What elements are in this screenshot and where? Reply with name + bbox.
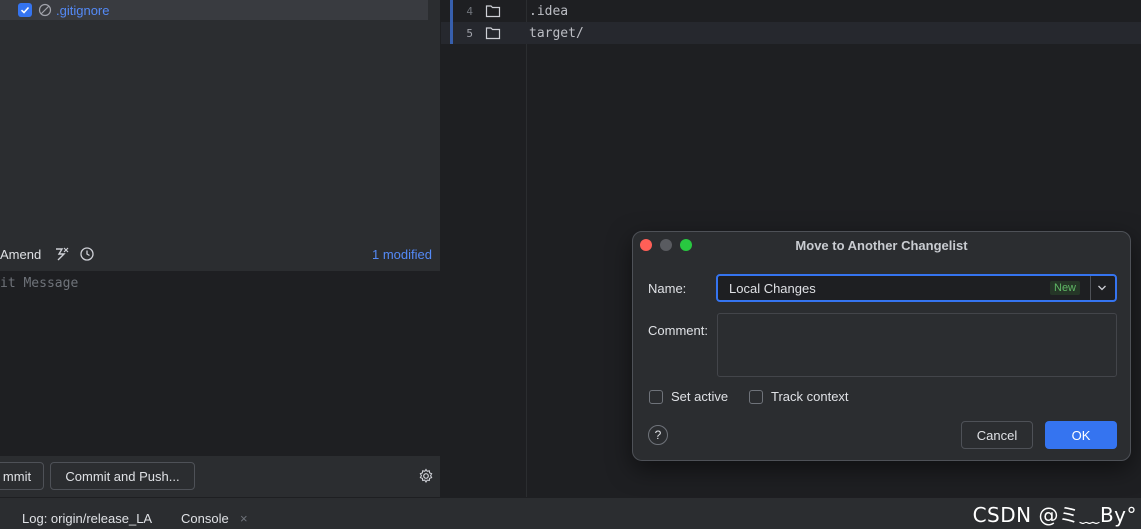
code-line[interactable]: 4 .idea (441, 0, 1141, 22)
track-context-checkbox[interactable] (749, 389, 763, 404)
modified-count-link[interactable]: 1 modified (372, 247, 432, 262)
commit-message-input[interactable]: it Message (0, 271, 440, 456)
gear-icon[interactable] (418, 468, 434, 484)
file-name[interactable]: .gitignore (56, 3, 109, 18)
new-badge: New (1050, 281, 1081, 295)
commit-and-push-button[interactable]: Commit and Push... (50, 462, 195, 490)
code-text[interactable]: target/ (529, 26, 584, 41)
amend-checkbox-label[interactable]: Amend (0, 247, 41, 262)
commit-button[interactable]: mmit (0, 462, 44, 490)
dropdown-divider (1090, 276, 1091, 300)
cancel-button[interactable]: Cancel (961, 421, 1033, 449)
dialog-title: Move to Another Changelist (795, 238, 968, 253)
help-button[interactable]: ? (648, 425, 668, 445)
track-context-option[interactable]: Track context (749, 389, 849, 404)
changed-file-row[interactable]: .gitignore (0, 0, 428, 20)
comment-textarea[interactable] (717, 313, 1117, 377)
line-number: 4 (466, 4, 473, 18)
track-context-label[interactable]: Track context (771, 389, 849, 404)
history-icon[interactable] (79, 246, 95, 262)
move-changelist-dialog: Move to Another Changelist Name: Local C… (632, 231, 1131, 461)
set-active-option[interactable]: Set active (649, 389, 728, 404)
code-text[interactable]: .idea (529, 4, 568, 19)
gutter-separator (526, 0, 527, 497)
line-number: 5 (466, 26, 473, 40)
comment-label: Comment: (648, 323, 708, 338)
folder-icon (485, 5, 501, 18)
chevron-down-icon[interactable] (1097, 283, 1107, 293)
ignored-file-icon (38, 3, 52, 17)
check-icon (20, 6, 30, 14)
folder-icon (485, 27, 501, 40)
commit-panel: .gitignore Amend 1 modified it Message m… (0, 0, 440, 497)
watermark: CSDN @ミ﹏By° (972, 503, 1137, 527)
commit-actions: mmit Commit and Push... (0, 462, 440, 492)
file-checkbox[interactable] (18, 3, 32, 17)
changelist-name-combobox[interactable]: Local Changes New (716, 274, 1117, 302)
tool-window-bar: Log: origin/release_LA Console × (0, 497, 1141, 529)
ai-commit-icon[interactable] (53, 245, 71, 263)
tab-console[interactable]: Console (181, 511, 229, 526)
change-marker[interactable] (450, 22, 453, 44)
tab-log[interactable]: Log: origin/release_LA (22, 511, 152, 526)
amend-row: Amend 1 modified (0, 243, 440, 265)
set-active-checkbox[interactable] (649, 389, 663, 404)
changelist-name-value[interactable]: Local Changes (729, 281, 816, 296)
name-label: Name: (648, 281, 687, 296)
close-icon[interactable]: × (240, 511, 248, 526)
set-active-label[interactable]: Set active (671, 389, 728, 404)
code-line-current[interactable]: 5 target/ (441, 22, 1141, 44)
ok-button[interactable]: OK (1045, 421, 1117, 449)
commit-message-placeholder: it Message (0, 276, 79, 291)
change-marker[interactable] (450, 0, 453, 22)
